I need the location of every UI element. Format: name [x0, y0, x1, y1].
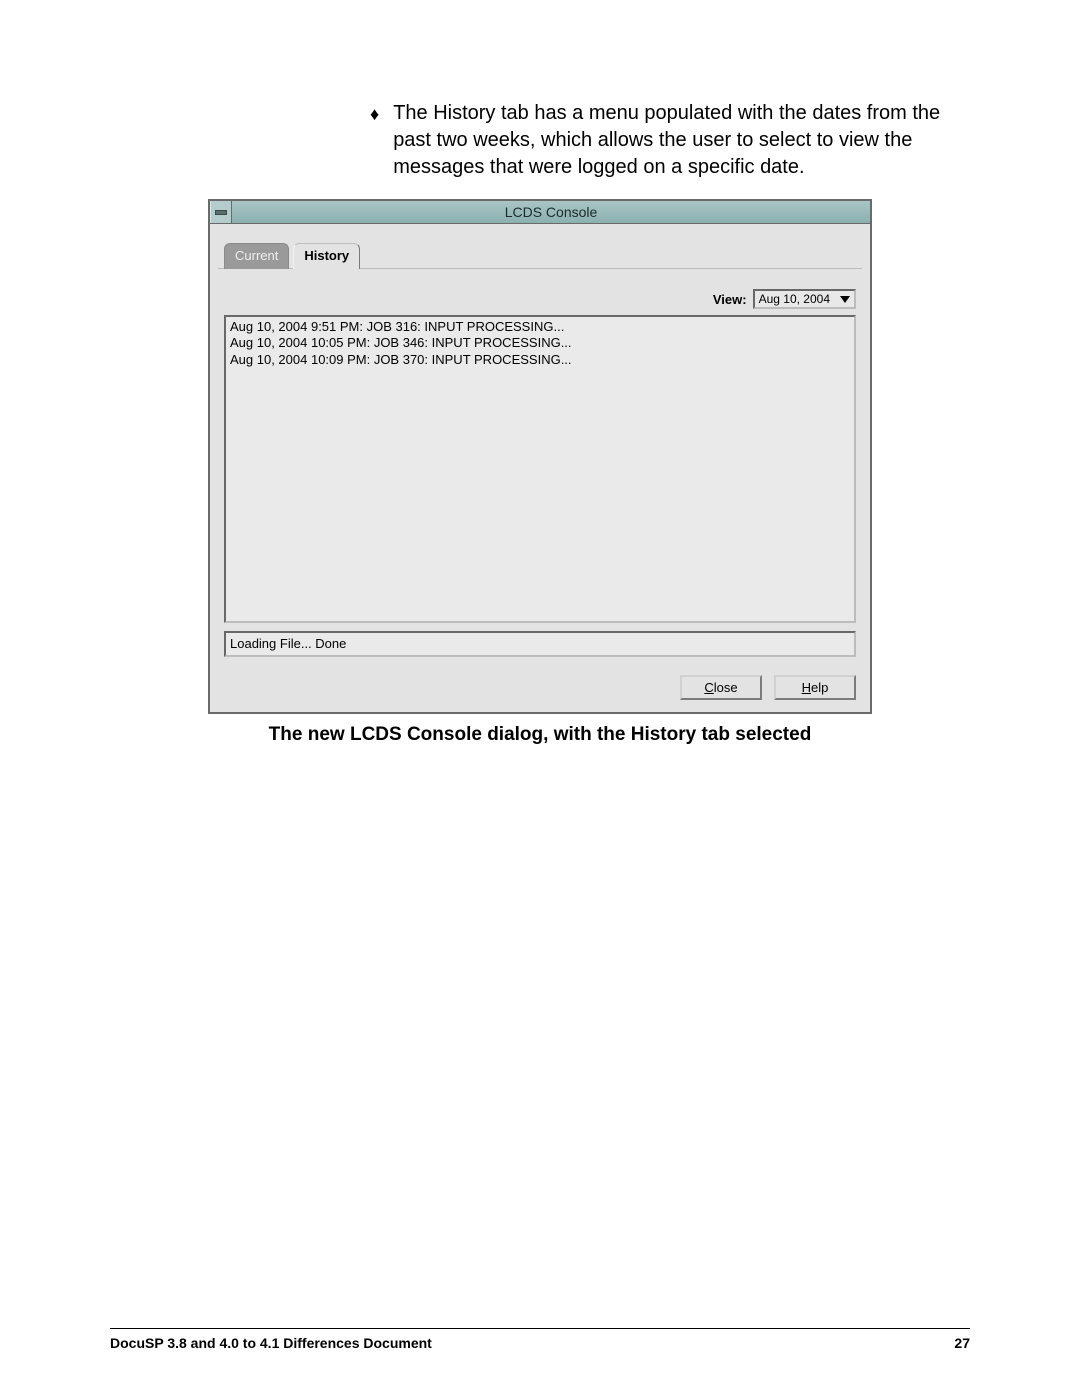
chevron-down-icon [840, 296, 850, 303]
footer-left: DocuSP 3.8 and 4.0 to 4.1 Differences Do… [110, 1335, 432, 1351]
lcds-console-window: LCDS Console Current History View: Aug 1… [208, 199, 872, 714]
footer-page-number: 27 [954, 1335, 970, 1351]
help-button[interactable]: Help [774, 675, 856, 700]
tab-current[interactable]: Current [224, 243, 289, 269]
window-titlebar: LCDS Console [210, 201, 870, 224]
bullet-text: The History tab has a menu populated wit… [393, 100, 970, 181]
bullet-diamond-icon: ♦ [370, 100, 379, 181]
view-label: View: [713, 292, 747, 307]
figure-caption: The new LCDS Console dialog, with the Hi… [110, 724, 970, 746]
dash-icon [215, 210, 227, 215]
log-line: Aug 10, 2004 10:09 PM: JOB 370: INPUT PR… [230, 352, 850, 368]
close-button[interactable]: Close [680, 675, 762, 700]
tab-history[interactable]: History [293, 243, 360, 269]
window-title: LCDS Console [232, 201, 870, 223]
log-line: Aug 10, 2004 10:05 PM: JOB 346: INPUT PR… [230, 335, 850, 351]
tabstrip: Current History [224, 242, 862, 268]
log-line: Aug 10, 2004 9:51 PM: JOB 316: INPUT PRO… [230, 319, 850, 335]
system-menu-button[interactable] [210, 201, 232, 223]
view-date-selected: Aug 10, 2004 [759, 292, 830, 306]
page-footer: DocuSP 3.8 and 4.0 to 4.1 Differences Do… [110, 1328, 970, 1351]
log-output[interactable]: Aug 10, 2004 9:51 PM: JOB 316: INPUT PRO… [224, 315, 856, 623]
status-bar: Loading File... Done [224, 631, 856, 657]
view-date-dropdown[interactable]: Aug 10, 2004 [753, 289, 856, 309]
bullet-paragraph: ♦ The History tab has a menu populated w… [370, 100, 970, 181]
